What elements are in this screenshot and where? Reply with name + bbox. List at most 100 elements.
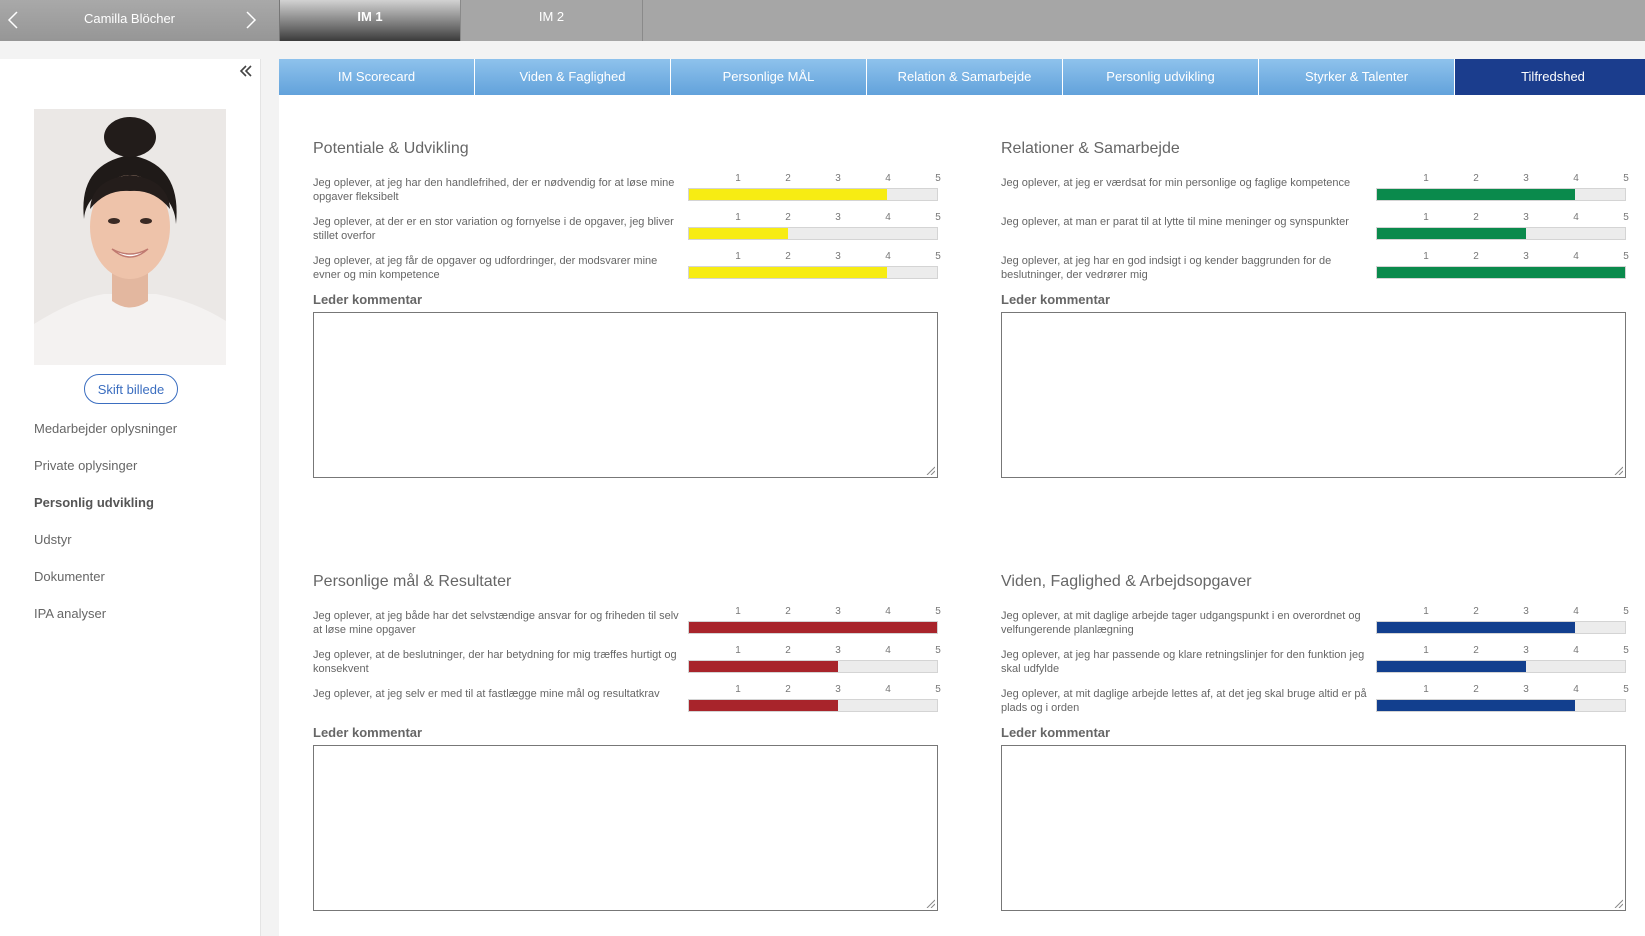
scale-number: 4	[1573, 684, 1579, 695]
rating-bar-fill	[1377, 622, 1576, 633]
tab-styrker-talenter[interactable]: Styrker & Talenter	[1259, 59, 1455, 95]
rating-bar[interactable]	[1376, 699, 1626, 712]
resize-grip-icon[interactable]	[1613, 465, 1623, 475]
scale-number: 5	[935, 212, 941, 223]
leader-comment-textarea[interactable]	[313, 312, 938, 478]
rating-bar[interactable]	[688, 621, 938, 634]
scale-number: 1	[1423, 251, 1429, 262]
rating-bar[interactable]	[1376, 227, 1626, 240]
scale-number: 4	[1573, 606, 1579, 617]
scale-number: 2	[1473, 684, 1479, 695]
question-row: Jeg oplever, at man er parat til at lytt…	[1001, 212, 1629, 251]
leader-comment-textarea[interactable]	[1001, 312, 1626, 478]
rating-scale: 1 2 3 4 5	[1376, 251, 1629, 279]
rating-bar-fill	[1377, 228, 1526, 239]
sidebar-item-dokumenter[interactable]: Dokumenter	[34, 569, 177, 606]
rating-bar[interactable]	[688, 699, 938, 712]
rating-bar[interactable]	[1376, 621, 1626, 634]
tab-personlige-mal[interactable]: Personlige MÅL	[671, 59, 867, 95]
tab-im-scorecard[interactable]: IM Scorecard	[279, 59, 475, 95]
scale-number: 5	[1623, 645, 1629, 656]
sidebar-item-medarbejder-oplysninger[interactable]: Medarbejder oplysninger	[34, 421, 177, 458]
rating-bar[interactable]	[688, 227, 938, 240]
section-title: Viden, Faglighed & Arbejdsopgaver	[1001, 573, 1252, 590]
scale-number: 3	[1523, 212, 1529, 223]
question-text: Jeg oplever, at jeg har den handlefrihed…	[313, 177, 675, 203]
tab-viden-faglighed[interactable]: Viden & Faglighed	[475, 59, 671, 95]
scale-number: 5	[1623, 212, 1629, 223]
rating-scale: 1 2 3 4 5	[1376, 645, 1629, 673]
resize-grip-icon[interactable]	[925, 898, 935, 908]
change-photo-button[interactable]: Skift billede	[84, 374, 178, 404]
scale-number: 3	[835, 684, 841, 695]
scale-number: 5	[1623, 251, 1629, 262]
comment-label: Leder kommentar	[1001, 292, 1111, 307]
scale-number: 4	[885, 173, 891, 184]
section-title: Potentiale & Udvikling	[313, 140, 469, 157]
leader-comment-textarea[interactable]	[313, 745, 938, 911]
tab-im-2[interactable]: IM 2	[461, 0, 643, 41]
rating-bar-fill	[689, 267, 888, 278]
double-chevron-left-icon[interactable]	[238, 63, 254, 79]
scale-numbers: 1 2 3 4 5	[1376, 645, 1629, 657]
sidebar-item-udstyr[interactable]: Udstyr	[34, 532, 177, 569]
question-text: Jeg oplever, at der er en stor variation…	[313, 216, 674, 242]
scale-numbers: 1 2 3 4 5	[1376, 251, 1629, 263]
scale-number: 2	[785, 606, 791, 617]
sidebar-item-private-oplysinger[interactable]: Private oplysinger	[34, 458, 177, 495]
leader-comment-textarea[interactable]	[1001, 745, 1626, 911]
scale-numbers: 1 2 3 4 5	[688, 684, 941, 696]
tab-im-1[interactable]: IM 1	[279, 0, 461, 41]
rating-bar[interactable]	[1376, 188, 1626, 201]
section-potentiale-udvikling: Potentiale & Udvikling Jeg oplever, at je…	[313, 140, 941, 478]
scale-numbers: 1 2 3 4 5	[688, 212, 941, 224]
scale-number: 1	[1423, 606, 1429, 617]
scale-number: 2	[785, 684, 791, 695]
sidebar-menu: Medarbejder oplysninger Private oplysing…	[34, 421, 177, 643]
scale-numbers: 1 2 3 4 5	[688, 606, 941, 618]
rating-bar[interactable]	[688, 660, 938, 673]
question-row: Jeg oplever, at mit daglige arbejde lett…	[1001, 684, 1629, 723]
scale-number: 3	[835, 173, 841, 184]
scale-number: 3	[1523, 684, 1529, 695]
question-text: Jeg oplever, at mit daglige arbejde lett…	[1001, 688, 1367, 714]
scale-number: 1	[735, 173, 741, 184]
section-relationer-samarbejde: Relationer & Samarbejde Jeg oplever, at j…	[1001, 140, 1629, 478]
section-title: Personlige mål & Resultater	[313, 573, 512, 590]
scale-number: 1	[735, 212, 741, 223]
scale-number: 2	[1473, 606, 1479, 617]
question-row: Jeg oplever, at mit daglige arbejde tage…	[1001, 606, 1629, 645]
scale-number: 3	[1523, 173, 1529, 184]
sidebar-item-ipa-analyser[interactable]: IPA analyser	[34, 606, 177, 643]
question-row: Jeg oplever, at jeg selv er med til at f…	[313, 684, 941, 723]
section-tabs: IM Scorecard Viden & Faglighed Personlig…	[279, 59, 1645, 95]
scale-number: 1	[735, 645, 741, 656]
tab-relation-samarbejde[interactable]: Relation & Samarbejde	[867, 59, 1063, 95]
scale-number: 2	[1473, 251, 1479, 262]
question-text: Jeg oplever, at mit daglige arbejde tage…	[1001, 610, 1361, 636]
rating-bar[interactable]	[688, 266, 938, 279]
tab-personlig-udvikling[interactable]: Personlig udvikling	[1063, 59, 1259, 95]
chevron-right-icon[interactable]	[244, 10, 258, 30]
scale-number: 2	[1473, 173, 1479, 184]
scale-numbers: 1 2 3 4 5	[688, 173, 941, 185]
scale-number: 4	[1573, 251, 1579, 262]
tab-tilfredshed[interactable]: Tilfredshed	[1455, 59, 1645, 95]
rating-scale: 1 2 3 4 5	[688, 212, 941, 240]
rating-bar[interactable]	[1376, 266, 1626, 279]
scale-number: 5	[935, 251, 941, 262]
rating-bar[interactable]	[688, 188, 938, 201]
question-text: Jeg oplever, at jeg selv er med til at f…	[313, 688, 660, 700]
rating-bar-fill	[1377, 189, 1576, 200]
rating-bar[interactable]	[1376, 660, 1626, 673]
rating-bar-fill	[689, 189, 888, 200]
resize-grip-icon[interactable]	[925, 465, 935, 475]
rating-bar-fill	[689, 661, 838, 672]
question-row: Jeg oplever, at jeg både har det selvstæ…	[313, 606, 941, 645]
resize-grip-icon[interactable]	[1613, 898, 1623, 908]
question-row: Jeg oplever, at jeg har den handlefrihed…	[313, 173, 941, 212]
scale-number: 1	[735, 684, 741, 695]
question-text: Jeg oplever, at jeg får de opgaver og ud…	[313, 255, 658, 281]
question-row: Jeg oplever, at jeg har passende og klar…	[1001, 645, 1629, 684]
sidebar-item-personlig-udvikling[interactable]: Personlig udvikling	[34, 495, 177, 532]
